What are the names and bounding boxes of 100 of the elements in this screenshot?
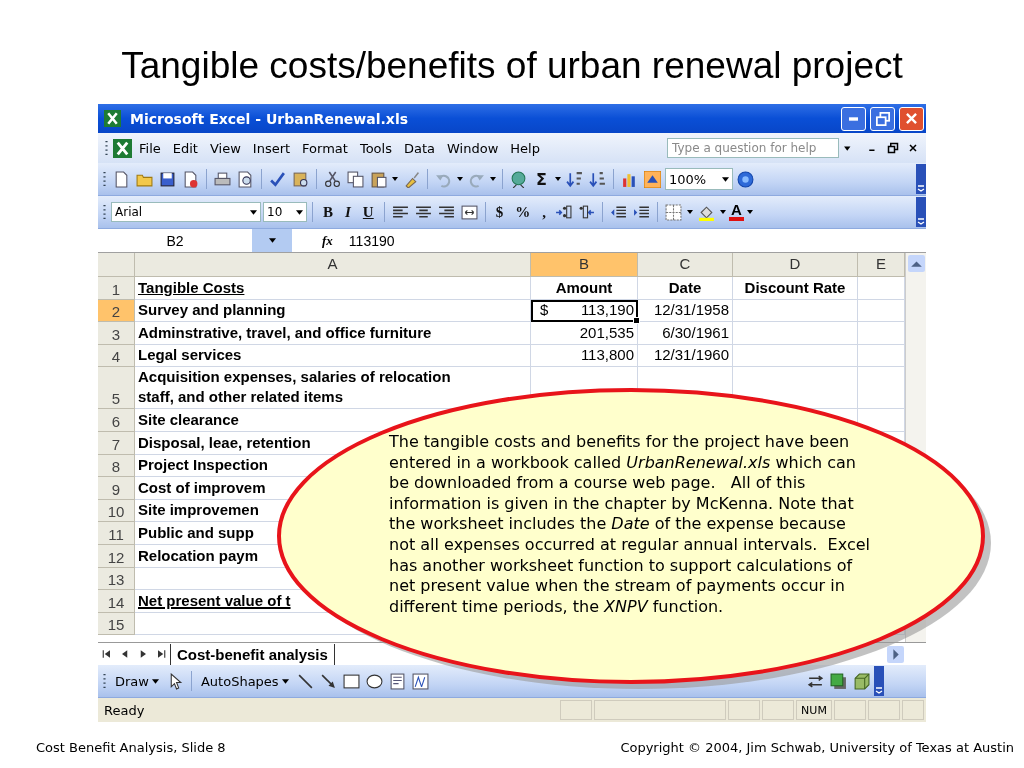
number-format-button[interactable]: $ <box>490 203 509 221</box>
row-header[interactable]: 13 <box>98 567 135 591</box>
text-style-button[interactable]: U <box>357 203 379 221</box>
toolbar-options-icon[interactable] <box>916 197 926 227</box>
spelling-check-icon[interactable] <box>269 170 286 188</box>
arrow-icon[interactable] <box>319 672 337 690</box>
copy-icon[interactable] <box>347 170 364 188</box>
row-header[interactable]: 8 <box>98 454 135 478</box>
menu-item[interactable]: Window <box>442 138 504 158</box>
column-header[interactable]: B <box>531 253 638 277</box>
restore-button[interactable] <box>870 106 895 131</box>
row-header[interactable]: 1 <box>98 277 135 300</box>
menu-item[interactable]: Help <box>505 138 545 158</box>
minimize-button[interactable] <box>841 106 866 131</box>
number-format-button[interactable]: , <box>537 203 551 221</box>
print-icon[interactable] <box>214 170 231 188</box>
scroll-right-icon[interactable] <box>887 645 904 663</box>
menu-item[interactable]: Edit <box>167 138 203 158</box>
table-cell: 113,190 <box>580 300 634 321</box>
status-panel <box>902 700 924 720</box>
column-header[interactable]: E <box>858 253 905 277</box>
number-format-button[interactable]: % <box>510 203 536 221</box>
text-style-button[interactable]: B <box>318 203 338 221</box>
sheet-tab[interactable]: Cost-benefit analysis <box>170 643 335 665</box>
insert-function-symbol[interactable]: fx <box>322 232 333 249</box>
print-preview-icon[interactable] <box>237 170 254 188</box>
help-search-field[interactable]: Type a question for help <box>667 138 839 158</box>
toolbar-options-icon[interactable] <box>916 164 926 194</box>
cut-icon[interactable] <box>324 170 341 188</box>
drawing-icon[interactable] <box>643 170 661 188</box>
menu-item[interactable]: View <box>204 138 246 158</box>
first-sheet-icon[interactable] <box>101 648 113 660</box>
research-icon[interactable] <box>292 170 309 188</box>
increase-decimal-icon[interactable] <box>554 203 572 221</box>
column-header[interactable]: A <box>135 253 531 277</box>
sort-ascending-icon[interactable] <box>565 170 583 188</box>
line-icon[interactable] <box>296 672 314 690</box>
row-header[interactable]: 11 <box>98 522 135 545</box>
paste-icon[interactable] <box>370 170 387 188</box>
wordart-icon[interactable] <box>411 672 429 690</box>
close-icon[interactable] <box>907 142 919 154</box>
table-cell: 6/30/1961 <box>662 322 729 343</box>
table-cell: Date <box>668 277 702 298</box>
shadow-icon[interactable] <box>830 672 847 690</box>
help-icon[interactable] <box>736 170 754 188</box>
menu-item[interactable]: File <box>134 138 166 158</box>
sort-descending-icon[interactable] <box>588 170 606 188</box>
menu-item[interactable]: Tools <box>354 138 397 158</box>
zoom-dropdown[interactable]: 100% <box>664 168 733 190</box>
row-header[interactable]: 3 <box>98 322 135 345</box>
document-permission-icon[interactable] <box>182 170 199 188</box>
table-cell: Legal services <box>138 345 242 366</box>
row-header[interactable]: 5 <box>98 367 135 410</box>
row-header[interactable]: 4 <box>98 344 135 368</box>
name-box[interactable]: B2 <box>98 232 252 249</box>
3d-icon[interactable] <box>853 672 870 690</box>
menu-item[interactable]: Format <box>297 138 353 158</box>
hyperlink-globe-icon[interactable] <box>510 170 527 188</box>
format-painter-icon[interactable] <box>403 170 420 188</box>
new-document-icon[interactable] <box>113 170 130 188</box>
row-header[interactable]: 6 <box>98 409 135 432</box>
align-left-icon[interactable] <box>391 203 409 221</box>
scroll-up-icon[interactable] <box>908 255 925 272</box>
font-color-button[interactable]: A <box>728 203 744 221</box>
menu-item[interactable]: Insert <box>247 138 296 158</box>
draw-menu[interactable]: Draw <box>111 673 163 689</box>
autoshapes-menu[interactable]: AutoShapes <box>196 673 293 689</box>
align-center-icon[interactable] <box>414 203 432 221</box>
restore-icon[interactable] <box>887 142 899 154</box>
fill-color-icon[interactable] <box>697 203 715 221</box>
row-header[interactable]: 10 <box>98 499 135 523</box>
save-icon[interactable] <box>159 170 176 188</box>
column-header[interactable]: C <box>638 253 733 277</box>
footer-text: Copyright © 2004, Jim Schwab, University of Texas at Austin <box>620 740 1014 755</box>
oval-icon[interactable] <box>365 672 383 690</box>
close-button[interactable] <box>899 106 924 131</box>
last-sheet-icon[interactable] <box>155 648 167 660</box>
row-header[interactable]: 15 <box>98 612 135 636</box>
autosum-button[interactable]: Σ <box>531 169 552 189</box>
workbook-icon[interactable] <box>113 138 132 158</box>
row-header[interactable]: 14 <box>98 590 135 613</box>
align-right-icon[interactable] <box>437 203 455 221</box>
close-icon <box>906 113 917 124</box>
row-header[interactable]: 12 <box>98 544 135 568</box>
formula-field[interactable]: 113190 <box>342 232 395 249</box>
text-style-button[interactable]: I <box>340 203 356 221</box>
row-header[interactable]: 7 <box>98 431 135 455</box>
menu-item[interactable]: Data <box>398 138 440 158</box>
column-header[interactable]: D <box>733 253 858 277</box>
row-header[interactable]: 9 <box>98 477 135 500</box>
text-box-icon[interactable] <box>388 672 406 690</box>
font-dropdown[interactable]: Arial <box>111 202 261 222</box>
borders-icon[interactable] <box>664 203 682 221</box>
table-cell-text: Acquisition expenses, salaries of relocation staff, and other related items <box>138 367 452 408</box>
font-size-dropdown[interactable]: 10 <box>263 202 307 222</box>
merge-center-icon[interactable] <box>460 203 478 221</box>
decrease-decimal-icon[interactable] <box>577 203 595 221</box>
toolbar-options-icon[interactable] <box>874 666 884 696</box>
row-header[interactable]: 2 <box>98 299 135 323</box>
rectangle-icon[interactable] <box>342 672 360 690</box>
